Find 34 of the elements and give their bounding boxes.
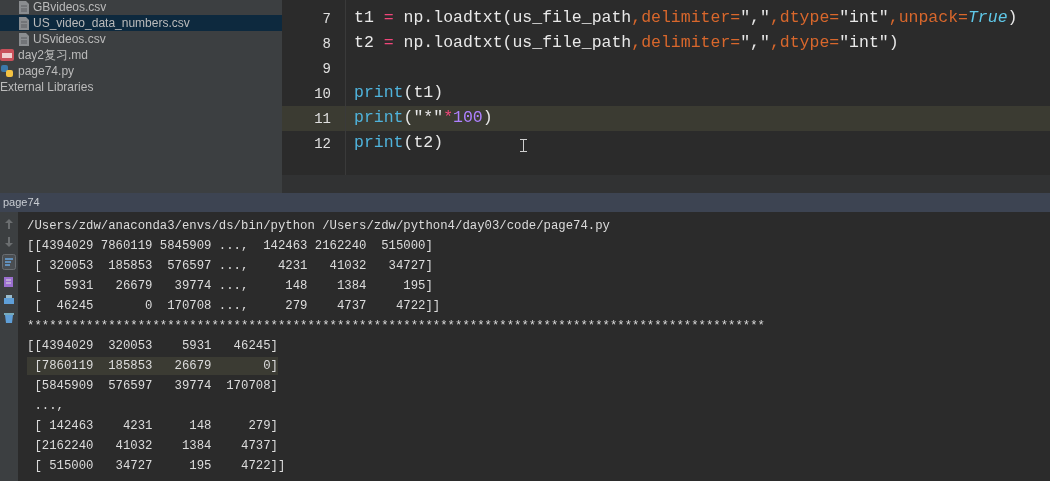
wrap-icon[interactable] [2, 254, 16, 270]
file-icon [19, 32, 29, 46]
tree-item[interactable]: US_video_data_numbers.csv [0, 15, 282, 31]
file-icon [19, 0, 29, 14]
python-file-icon [0, 64, 14, 78]
console-line: [[4394029 7860119 5845909 ..., 142463 2162240 515000] [27, 238, 433, 255]
tree-item[interactable]: GBvideos.csv [0, 0, 282, 15]
file-icon [19, 16, 29, 30]
console-line: [ 515000 34727 195 4722]] [33, 458, 286, 475]
console-line: ..., [33, 398, 64, 415]
code-line: t2 = np.loadtxt(us_file_path,delimiter=",",dtype="int") [354, 32, 899, 55]
text-cursor-icon [520, 139, 527, 152]
code-line: print(t2) [354, 132, 444, 155]
console-line: [ 46245 0 170708 ..., 279 4737 4722]] [33, 298, 441, 315]
trash-icon[interactable] [3, 312, 15, 324]
console-line: /Users/zdw/anaconda3/envs/ds/bin/python /Users/zdw/python4/day03/code/page74.py [27, 218, 610, 235]
console-line: [[4394029 320053 5931 46245] [27, 338, 278, 355]
tree-item[interactable]: page74.py [0, 63, 282, 79]
console-line: [ 5931 26679 39774 ..., 148 1384 195] [33, 278, 433, 295]
code-line: print("*"*100) [354, 107, 493, 130]
tree-item[interactable]: day2复习.md [0, 47, 282, 63]
line-number: 11 [282, 106, 345, 131]
console-line: [ 142463 4231 148 279] [33, 418, 278, 435]
run-tab-title[interactable]: page74 [3, 194, 40, 211]
console-line: [5845909 576597 39774 170708] [33, 378, 278, 395]
tree-item[interactable]: External Libraries [0, 79, 282, 95]
print-icon[interactable] [3, 294, 15, 306]
code-line: t1 = np.loadtxt(us_file_path,delimiter=",",dtype="int",unpack=True) [354, 7, 1018, 30]
code-line: print(t1) [354, 82, 444, 105]
console-line: **************************************************************************************************** [27, 318, 765, 335]
console-line: [ 320053 185853 576597 ..., 4231 41032 34727] [33, 258, 433, 275]
console-line: [2162240 41032 1384 4737] [33, 438, 278, 455]
tree-item[interactable]: USvideos.csv [0, 31, 282, 47]
markdown-file-icon [0, 49, 14, 61]
